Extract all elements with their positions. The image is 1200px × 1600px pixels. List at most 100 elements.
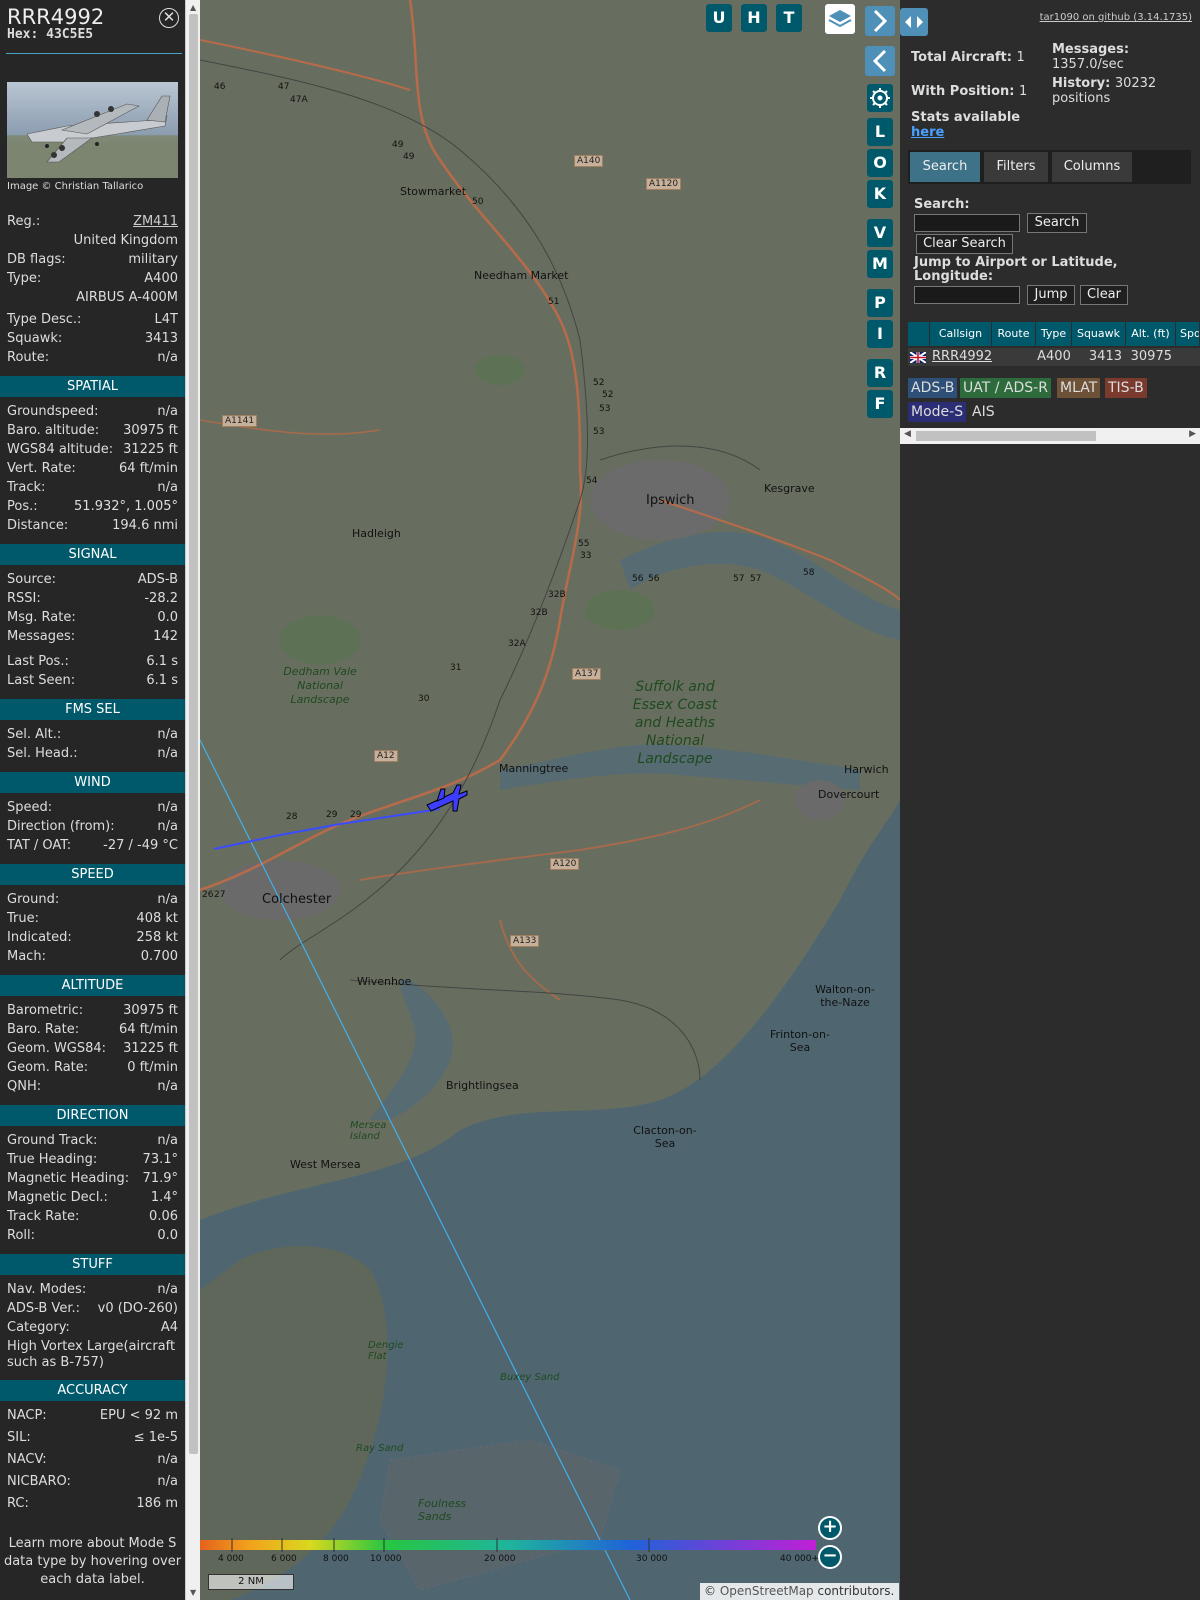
info-label[interactable]: RSSI: — [7, 591, 41, 606]
row-route[interactable] — [992, 348, 1036, 366]
info-label[interactable]: Direction (from): — [7, 819, 115, 834]
registration-link[interactable]: ZM411 — [133, 214, 178, 229]
clear-search-button[interactable]: Clear Search — [916, 234, 1013, 254]
chevron-right-icon[interactable] — [865, 6, 895, 36]
toggle-t-button[interactable]: T — [776, 4, 802, 32]
section-altitude[interactable]: ALTITUDE — [0, 975, 185, 996]
info-label[interactable]: Vert. Rate: — [7, 461, 76, 476]
toggle-m-button[interactable]: M — [867, 250, 893, 278]
column-header[interactable]: Type — [1036, 322, 1072, 346]
info-label[interactable]: Last Seen: — [7, 673, 75, 688]
info-label[interactable]: Magnetic Heading: — [7, 1171, 129, 1186]
layers-icon[interactable] — [825, 4, 855, 34]
close-icon[interactable]: ✕ — [159, 8, 179, 28]
toggle-i-button[interactable]: I — [867, 320, 893, 348]
chevron-left-icon[interactable] — [865, 46, 895, 76]
attribution-link[interactable]: OpenStreetMap — [720, 1584, 814, 1598]
toggle-o-button[interactable]: O — [867, 149, 893, 177]
column-header[interactable]: Callsign — [930, 322, 992, 346]
scrollbar-thumb[interactable] — [916, 431, 1096, 441]
info-panel-scrollbar[interactable]: ▲ ▼ — [185, 0, 200, 1600]
info-label[interactable]: Roll: — [7, 1228, 35, 1243]
scroll-right-icon[interactable]: ▶ — [1189, 429, 1196, 439]
info-label[interactable]: Groundspeed: — [7, 404, 98, 419]
clear-button[interactable]: Clear — [1080, 285, 1128, 305]
info-label[interactable]: NACV: — [7, 1452, 47, 1467]
toggle-p-button[interactable]: P — [867, 289, 893, 317]
jump-input[interactable] — [914, 286, 1020, 304]
section-speed[interactable]: SPEED — [0, 864, 185, 885]
expand-horizontal-icon[interactable] — [900, 8, 928, 36]
section-fms-sel[interactable]: FMS SEL — [0, 699, 185, 720]
aircraft-icon[interactable] — [423, 777, 469, 819]
info-label[interactable]: Pos.: — [7, 499, 38, 514]
toggle-k-button[interactable]: K — [867, 180, 893, 208]
minus-icon[interactable]: − — [818, 1545, 842, 1569]
info-label[interactable]: Nav. Modes: — [7, 1282, 86, 1297]
tab-filters[interactable]: Filters — [984, 152, 1048, 182]
aircraft-photo[interactable] — [7, 82, 178, 178]
section-signal[interactable]: SIGNAL — [0, 544, 185, 565]
column-header[interactable]: Squawk — [1072, 322, 1126, 346]
section-wind[interactable]: WIND — [0, 772, 185, 793]
tab-columns[interactable]: Columns — [1052, 152, 1132, 182]
info-label[interactable]: Indicated: — [7, 930, 72, 945]
scroll-down-icon[interactable]: ▼ — [190, 1588, 196, 1597]
info-label[interactable]: Source: — [7, 572, 56, 587]
info-label[interactable]: NACP: — [7, 1408, 47, 1423]
toggle-f-button[interactable]: F — [867, 390, 893, 418]
stats-link[interactable]: here — [911, 125, 944, 140]
info-label[interactable]: Ground Track: — [7, 1133, 97, 1148]
info-label[interactable]: RC: — [7, 1496, 29, 1511]
toggle-v-button[interactable]: V — [867, 219, 893, 247]
info-label[interactable]: Geom. Rate: — [7, 1060, 88, 1075]
jump-button[interactable]: Jump — [1027, 285, 1075, 305]
info-label[interactable]: Track Rate: — [7, 1209, 79, 1224]
info-label[interactable]: Msg. Rate: — [7, 610, 76, 625]
toggle-l-button[interactable]: L — [867, 118, 893, 146]
search-button[interactable]: Search — [1027, 213, 1087, 233]
scrollbar-thumb[interactable] — [189, 14, 198, 1454]
row-altitude[interactable]: 30975 — [1126, 348, 1176, 366]
info-label[interactable]: NICBARO: — [7, 1474, 71, 1489]
info-label[interactable]: WGS84 altitude: — [7, 442, 113, 457]
info-label[interactable]: Distance: — [7, 518, 68, 533]
info-label[interactable]: Ground: — [7, 892, 59, 907]
info-label[interactable]: Geom. WGS84: — [7, 1041, 106, 1056]
scroll-left-icon[interactable]: ◀ — [904, 429, 911, 439]
row-speed[interactable] — [1176, 348, 1200, 366]
table-horizontal-scrollbar[interactable]: ◀ ▶ — [900, 428, 1200, 444]
info-label[interactable]: Sel. Head.: — [7, 746, 78, 761]
info-label[interactable]: ADS-B Ver.: — [7, 1301, 80, 1316]
info-label[interactable]: Barometric: — [7, 1003, 83, 1018]
section-accuracy[interactable]: ACCURACY — [0, 1380, 185, 1401]
section-spatial[interactable]: SPATIAL — [0, 376, 185, 397]
info-label[interactable]: Track: — [7, 480, 45, 495]
info-label[interactable]: Baro. Rate: — [7, 1022, 79, 1037]
row-squawk[interactable]: 3413 — [1072, 348, 1126, 366]
info-label[interactable]: Magnetic Decl.: — [7, 1190, 108, 1205]
section-direction[interactable]: DIRECTION — [0, 1105, 185, 1126]
info-label[interactable]: Category: — [7, 1320, 70, 1335]
info-label[interactable]: SIL: — [7, 1430, 31, 1445]
section-stuff[interactable]: STUFF — [0, 1254, 185, 1275]
column-header[interactable]: Route — [992, 322, 1036, 346]
info-label[interactable]: Messages: — [7, 629, 75, 644]
row-callsign-link[interactable]: RRR4992 — [930, 348, 992, 366]
info-label[interactable]: True Heading: — [7, 1152, 97, 1167]
row-type[interactable]: A400 — [1036, 348, 1072, 366]
column-header[interactable]: Alt. (ft) — [1126, 322, 1176, 346]
toggle-u-button[interactable]: U — [706, 4, 732, 32]
scroll-up-icon[interactable]: ▲ — [190, 3, 196, 12]
info-label[interactable]: Speed: — [7, 800, 52, 815]
map-canvas[interactable]: Stowmarket Needham Market Ipswich Kesgra… — [200, 0, 900, 1600]
gear-icon[interactable] — [867, 84, 893, 112]
plus-icon[interactable]: + — [818, 1516, 842, 1540]
toggle-h-button[interactable]: H — [741, 4, 767, 32]
column-header-flag[interactable] — [908, 322, 930, 346]
info-label[interactable]: True: — [7, 911, 39, 926]
search-input[interactable] — [914, 214, 1020, 232]
toggle-r-button[interactable]: R — [867, 359, 893, 387]
info-label[interactable]: TAT / OAT: — [7, 838, 71, 853]
github-link[interactable]: tar1090 on github (3.14.1735) — [1040, 12, 1192, 23]
